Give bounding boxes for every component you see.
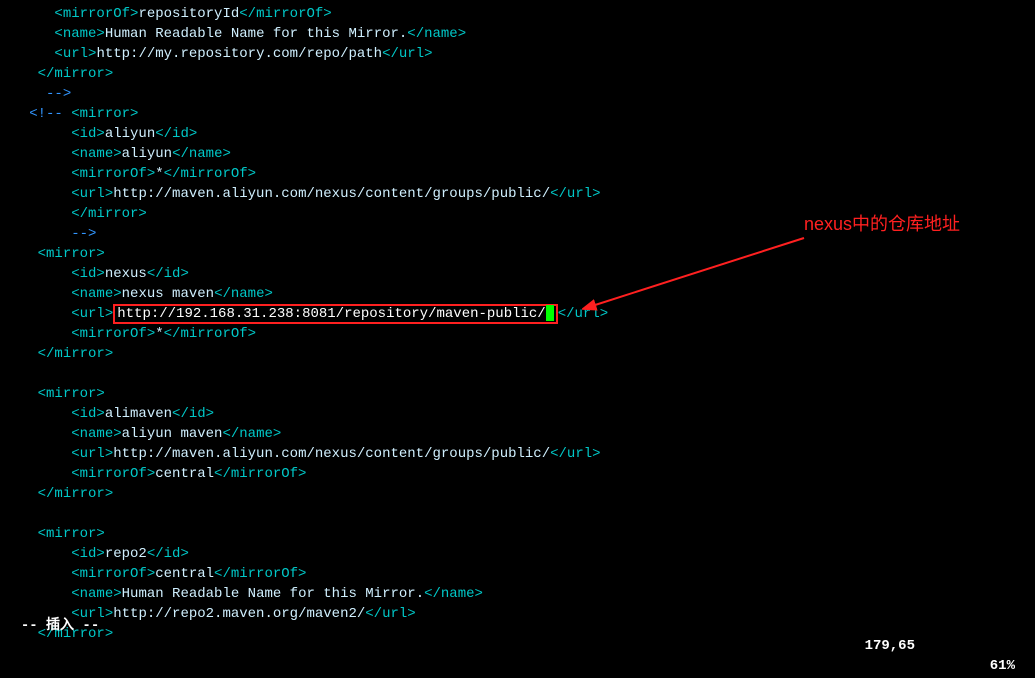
code-line[interactable]: <name>nexus maven</name>	[4, 284, 1035, 304]
code-token: <id>	[71, 126, 105, 142]
code-token: <id>	[71, 266, 105, 282]
scroll-percentage: 61%	[990, 656, 1015, 676]
code-token: <mirrorOf>	[71, 166, 155, 182]
code-line[interactable]: <url>http://my.repository.com/repo/path<…	[4, 44, 1035, 64]
code-editor[interactable]: <mirrorOf>repositoryId</mirrorOf> <name>…	[0, 0, 1035, 644]
code-token: Human Readable Name for this Mirror.	[105, 26, 407, 42]
vim-mode-indicator: -- 插入 --	[21, 618, 99, 634]
code-token: <mirror>	[71, 106, 138, 122]
code-token: <mirrorOf>	[71, 566, 155, 582]
code-token: aliyun	[122, 146, 172, 162]
code-token: </mirrorOf>	[239, 6, 331, 22]
code-line[interactable]: <mirrorOf>repositoryId</mirrorOf>	[4, 4, 1035, 24]
code-token: </url>	[382, 46, 432, 62]
code-token: nexus	[105, 266, 147, 282]
code-line[interactable]: <id>alimaven</id>	[4, 404, 1035, 424]
code-token: <name>	[54, 26, 104, 42]
code-token: </mirrorOf>	[164, 166, 256, 182]
code-token: central	[155, 566, 214, 582]
code-token: central	[155, 466, 214, 482]
code-token: </url>	[550, 186, 600, 202]
code-token: <mirrorOf>	[71, 326, 155, 342]
code-token: <url>	[71, 186, 113, 202]
code-token: </url>	[558, 306, 608, 322]
code-token: <!--	[29, 106, 71, 122]
code-token: </id>	[172, 406, 214, 422]
vim-status-bar: -- 插入 -- 179,65 61%	[0, 596, 1035, 676]
code-line[interactable]: -->	[4, 84, 1035, 104]
code-line[interactable]: <url>http://maven.aliyun.com/nexus/conte…	[4, 444, 1035, 464]
cursor-position: 179,65	[865, 636, 915, 656]
code-line[interactable]: </mirror>	[4, 484, 1035, 504]
code-token: <url>	[71, 446, 113, 462]
code-token: </mirrorOf>	[214, 566, 306, 582]
code-line[interactable]: <mirrorOf>*</mirrorOf>	[4, 164, 1035, 184]
code-line[interactable]: <name>Human Readable Name for this Mirro…	[4, 24, 1035, 44]
code-token: <id>	[71, 546, 105, 562]
code-line[interactable]: <mirror>	[4, 384, 1035, 404]
code-line[interactable]: <name>aliyun maven</name>	[4, 424, 1035, 444]
code-line[interactable]: <!-- <mirror>	[4, 104, 1035, 124]
code-token: aliyun	[105, 126, 155, 142]
code-token: <name>	[71, 146, 121, 162]
code-token: </name>	[214, 286, 273, 302]
code-token: http://my.repository.com/repo/path	[96, 46, 382, 62]
code-token: nexus maven	[122, 286, 214, 302]
code-line[interactable]: <url>http://maven.aliyun.com/nexus/conte…	[4, 184, 1035, 204]
code-line[interactable]: <mirrorOf>central</mirrorOf>	[4, 464, 1035, 484]
code-token: http://192.168.31.238:8081/repository/ma…	[117, 306, 545, 322]
code-token: <url>	[54, 46, 96, 62]
code-line[interactable]: <url>http://192.168.31.238:8081/reposito…	[4, 304, 1035, 324]
code-token: -->	[46, 86, 71, 102]
code-token: <url>	[71, 306, 113, 322]
code-token: </id>	[147, 546, 189, 562]
code-token: </mirror>	[38, 346, 114, 362]
code-token: <name>	[71, 426, 121, 442]
code-token: <mirrorOf>	[71, 466, 155, 482]
code-token: </mirrorOf>	[214, 466, 306, 482]
code-token: -->	[71, 226, 96, 242]
code-token: </url>	[550, 446, 600, 462]
code-line[interactable]: <id>nexus</id>	[4, 264, 1035, 284]
code-token: *	[155, 166, 163, 182]
code-line[interactable]: <id>repo2</id>	[4, 544, 1035, 564]
code-token: </id>	[147, 266, 189, 282]
code-token: </name>	[172, 146, 231, 162]
code-line[interactable]	[4, 364, 1035, 384]
code-token: <id>	[71, 406, 105, 422]
code-line[interactable]	[4, 504, 1035, 524]
code-token: </mirror>	[38, 486, 114, 502]
code-line[interactable]: <name>aliyun</name>	[4, 144, 1035, 164]
code-line[interactable]: </mirror>	[4, 344, 1035, 364]
code-token: <name>	[71, 286, 121, 302]
code-line[interactable]: <mirror>	[4, 524, 1035, 544]
code-token: <mirrorOf>	[54, 6, 138, 22]
code-token: </name>	[407, 26, 466, 42]
annotation-label: nexus中的仓库地址	[804, 214, 960, 234]
code-token: <mirror>	[38, 246, 105, 262]
code-line[interactable]: <id>aliyun</id>	[4, 124, 1035, 144]
code-line[interactable]: <mirrorOf>central</mirrorOf>	[4, 564, 1035, 584]
code-line[interactable]: <mirror>	[4, 244, 1035, 264]
highlighted-url: http://192.168.31.238:8081/repository/ma…	[113, 304, 557, 324]
code-token: </mirrorOf>	[164, 326, 256, 342]
code-token: http://maven.aliyun.com/nexus/content/gr…	[113, 186, 550, 202]
code-token: repositoryId	[138, 6, 239, 22]
code-token: repo2	[105, 546, 147, 562]
code-token: </name>	[222, 426, 281, 442]
code-token: </id>	[155, 126, 197, 142]
code-token: <mirror>	[38, 526, 105, 542]
code-line[interactable]: <mirrorOf>*</mirrorOf>	[4, 324, 1035, 344]
text-cursor	[546, 305, 554, 321]
code-token: </mirror>	[71, 206, 147, 222]
code-token: alimaven	[105, 406, 172, 422]
code-token: *	[155, 326, 163, 342]
code-token: <mirror>	[38, 386, 105, 402]
code-token: http://maven.aliyun.com/nexus/content/gr…	[113, 446, 550, 462]
code-token: </mirror>	[38, 66, 114, 82]
code-token: aliyun maven	[122, 426, 223, 442]
code-line[interactable]: </mirror>	[4, 64, 1035, 84]
